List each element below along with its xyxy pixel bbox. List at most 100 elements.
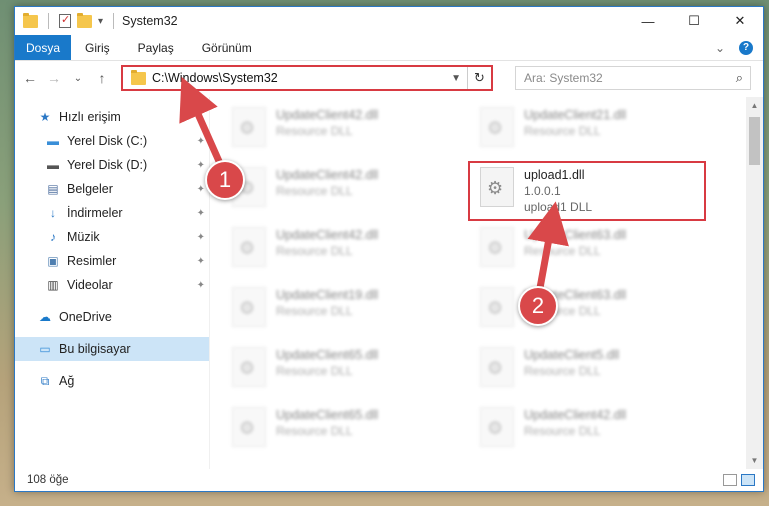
sidebar-item-onedrive[interactable]: ☁ OneDrive [15, 305, 209, 329]
sidebar-item-label: Yerel Disk (D:) [67, 158, 148, 172]
quick-access-toolbar: ▾ [15, 12, 118, 29]
file-name: UpdateClient19.dll [276, 288, 379, 302]
file-type: Resource DLL [524, 424, 601, 438]
maximize-button[interactable]: ☐ [671, 7, 717, 35]
scroll-thumb[interactable] [749, 117, 760, 165]
sidebar-item-downloads[interactable]: ↓ İndirmeler ✦ [15, 201, 209, 225]
help-icon[interactable]: ? [739, 40, 753, 55]
file-item[interactable]: UpdateClient42.dll Resource DLL [222, 163, 452, 219]
properties-icon[interactable] [59, 13, 71, 28]
file-type: Resource DLL [276, 244, 353, 258]
minimize-button[interactable]: — [625, 7, 671, 35]
ribbon-tabs: Dosya Giriş Paylaş Görünüm ⌄ ? [15, 35, 763, 61]
music-icon: ♪ [50, 230, 56, 244]
sidebar-item-label: Videolar [67, 278, 113, 292]
file-name: UpdateClient65.dll [276, 348, 379, 362]
file-name: UpdateClient42.dll [276, 108, 379, 122]
dll-file-icon [232, 347, 266, 387]
file-name: upload1.dll [524, 168, 585, 182]
sidebar-item-documents[interactable]: ▤ Belgeler ✦ [15, 177, 209, 201]
file-type: Resource DLL [276, 424, 353, 438]
scroll-down-icon[interactable]: ▼ [746, 452, 763, 469]
sidebar-item-label: Bu bilgisayar [59, 342, 131, 356]
pin-icon: ✦ [196, 183, 205, 195]
dll-file-icon [232, 287, 266, 327]
address-bar[interactable]: C:\Windows\System32 ▼ ↻ [121, 65, 493, 91]
network-icon: ⧉ [40, 373, 50, 388]
pin-icon: ✦ [196, 255, 205, 267]
file-item[interactable]: UpdateClient63.dllResource DLL [470, 223, 700, 279]
file-item[interactable]: UpdateClient63.dllResource DLL [470, 283, 700, 339]
vertical-scrollbar[interactable]: ▲ ▼ [746, 97, 763, 469]
step-2-badge: 2 [518, 286, 558, 326]
navigation-pane: ★ Hızlı erişim ▬ Yerel Disk (C:) ✦ ▬ Yer… [15, 97, 209, 469]
window-title: System32 [122, 14, 178, 28]
details-view-icon[interactable] [723, 474, 737, 486]
file-item[interactable]: UpdateClient5.dll Resource DLL [470, 343, 700, 399]
videos-icon: ▥ [47, 278, 59, 292]
tiles-view-icon[interactable] [741, 474, 755, 486]
drive-icon: ▬ [47, 158, 59, 172]
file-type: Resource DLL [276, 364, 353, 378]
cloud-icon: ☁ [39, 310, 51, 324]
tab-home[interactable]: Giriş [71, 35, 124, 60]
sidebar-item-quick-access[interactable]: ★ Hızlı erişim [15, 105, 209, 129]
file-item[interactable]: UpdateClient21.dll Resource DLL [470, 103, 700, 159]
file-item[interactable]: UpdateClient65.dll Resource DLL [222, 403, 452, 459]
sidebar-item-disk-d[interactable]: ▬ Yerel Disk (D:) ✦ [15, 153, 209, 177]
dll-file-icon [232, 407, 266, 447]
sidebar-item-this-pc[interactable]: ▭ Bu bilgisayar [15, 337, 209, 361]
tab-share[interactable]: Paylaş [124, 35, 188, 60]
search-placeholder: Ara: System32 [524, 71, 603, 85]
file-list: UpdateClient42.dll Resource DLL UpdateCli… [209, 97, 763, 469]
pin-icon: ✦ [196, 207, 205, 219]
file-item[interactable]: UpdateClient42.dll Resource DLL [222, 223, 452, 279]
chevron-down-icon[interactable]: ▼ [451, 73, 461, 84]
divider [48, 13, 49, 29]
sidebar-item-label: Yerel Disk (C:) [67, 134, 148, 148]
pictures-icon: ▣ [47, 254, 59, 268]
file-item[interactable]: UpdateClient19.dll Resource DLL [222, 283, 452, 339]
sidebar-item-disk-c[interactable]: ▬ Yerel Disk (C:) ✦ [15, 129, 209, 153]
sidebar-item-label: Belgeler [67, 182, 113, 196]
file-item[interactable]: UpdateClient65.dll Resource DLL [222, 343, 452, 399]
tab-file[interactable]: Dosya [15, 35, 71, 60]
file-type: upload1 DLL [524, 200, 593, 214]
search-icon[interactable]: ⌕ [736, 70, 743, 86]
customize-toolbar-icon[interactable]: ▾ [98, 16, 103, 27]
file-item[interactable]: UpdateClient42.dll Resource DLL [470, 403, 700, 459]
sidebar-item-label: İndirmeler [67, 206, 123, 220]
file-item-upload1-dll[interactable]: upload1.dll 1.0.0.1 upload1 DLL [468, 161, 706, 221]
file-type: Resource DLL [276, 304, 353, 318]
refresh-button[interactable]: ↻ [467, 67, 491, 89]
computer-icon: ▭ [39, 342, 51, 356]
forward-button[interactable]: → [45, 70, 63, 86]
divider [113, 13, 115, 29]
address-path[interactable]: C:\Windows\System32 [152, 71, 278, 85]
sidebar-item-videos[interactable]: ▥ Videolar ✦ [15, 273, 209, 297]
sidebar-item-network[interactable]: ⧉ Ağ [15, 369, 209, 393]
scroll-up-icon[interactable]: ▲ [746, 97, 763, 114]
folder-icon [23, 12, 38, 28]
sidebar-item-label: Hızlı erişim [59, 110, 121, 124]
file-type: Resource DLL [524, 124, 601, 138]
sidebar-item-label: OneDrive [59, 310, 112, 324]
recent-locations-button[interactable]: ⌄ [69, 73, 87, 84]
sidebar-item-label: Ağ [59, 374, 75, 388]
back-button[interactable]: ← [21, 70, 39, 86]
dll-file-icon [480, 347, 514, 387]
tab-view[interactable]: Görünüm [188, 35, 266, 60]
sidebar-item-pictures[interactable]: ▣ Resimler ✦ [15, 249, 209, 273]
close-button[interactable]: ✕ [717, 7, 763, 35]
file-name: UpdateClient65.dll [276, 408, 379, 422]
expand-ribbon-icon[interactable]: ⌄ [715, 41, 725, 55]
file-type: Resource DLL [524, 364, 601, 378]
new-folder-icon[interactable] [77, 12, 92, 28]
sidebar-item-music[interactable]: ♪ Müzik ✦ [15, 225, 209, 249]
search-input[interactable]: Ara: System32 ⌕ [515, 66, 751, 90]
file-name: UpdateClient42.dll [276, 168, 379, 182]
step-1-badge: 1 [205, 160, 245, 200]
up-button[interactable]: ↑ [93, 70, 111, 86]
file-item[interactable]: UpdateClient42.dll Resource DLL [222, 103, 452, 159]
sidebar-item-label: Resimler [67, 254, 117, 268]
